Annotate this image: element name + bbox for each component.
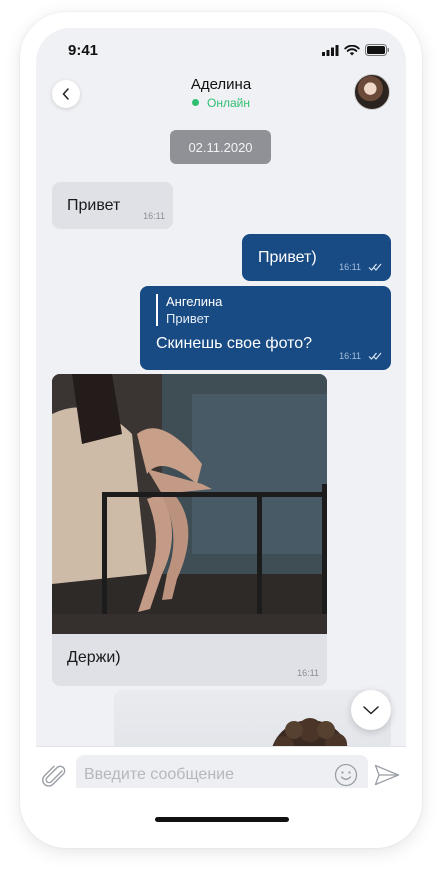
message-time: 16:11 bbox=[297, 668, 319, 678]
double-check-icon bbox=[368, 352, 382, 360]
signal-icon bbox=[322, 44, 339, 56]
battery-icon bbox=[365, 44, 389, 56]
reply-quote[interactable]: Ангелина Привет bbox=[156, 294, 222, 326]
wifi-icon bbox=[344, 44, 360, 55]
home-indicator bbox=[155, 817, 289, 822]
chat-header: Аделина Онлайн bbox=[36, 72, 406, 116]
message-outgoing[interactable]: Привет) 16:11 bbox=[242, 234, 391, 281]
message-composer bbox=[36, 746, 406, 788]
message-time: 16:11 bbox=[339, 262, 361, 272]
message-text: Скинешь свое фото? bbox=[156, 335, 313, 352]
scroll-down-button[interactable] bbox=[351, 690, 391, 730]
message-incoming[interactable]: Привет 16:11 bbox=[52, 182, 173, 229]
photo-caption: Держи) bbox=[67, 649, 121, 666]
send-icon[interactable] bbox=[374, 764, 400, 786]
message-text: Привет) bbox=[258, 249, 317, 266]
message-incoming-photo[interactable]: Держи) 16:11 bbox=[52, 374, 327, 686]
message-text: Привет bbox=[67, 197, 121, 214]
avatar[interactable] bbox=[354, 74, 390, 110]
double-check-icon bbox=[368, 263, 382, 271]
status-icons bbox=[322, 44, 390, 56]
contact-name: Аделина bbox=[190, 76, 252, 93]
photo-image[interactable] bbox=[52, 374, 327, 634]
contact-status: Онлайн bbox=[36, 96, 406, 110]
message-time: 16:11 bbox=[143, 211, 165, 221]
status-bar: 9:41 bbox=[36, 28, 406, 74]
status-time: 9:41 bbox=[68, 42, 99, 59]
contact-status-label: Онлайн bbox=[207, 96, 250, 110]
message-time: 16:11 bbox=[339, 351, 361, 361]
message-outgoing-reply[interactable]: Ангелина Привет Скинешь свое фото? 16:11 bbox=[140, 286, 391, 370]
paperclip-icon[interactable] bbox=[42, 765, 68, 788]
date-separator: 02.11.2020 bbox=[170, 130, 271, 164]
chat-screen: 9:41 Аделина Онлайн 02.11.2020 Привет 16… bbox=[36, 28, 406, 788]
chevron-down-icon bbox=[363, 705, 379, 714]
smiley-icon[interactable] bbox=[334, 763, 358, 787]
message-input[interactable] bbox=[76, 755, 368, 788]
date-separator-label: 02.11.2020 bbox=[188, 139, 253, 155]
online-indicator bbox=[192, 99, 200, 106]
reply-text: Привет bbox=[166, 311, 210, 326]
reply-author: Ангелина bbox=[166, 294, 223, 309]
photo-illustration bbox=[52, 374, 327, 634]
